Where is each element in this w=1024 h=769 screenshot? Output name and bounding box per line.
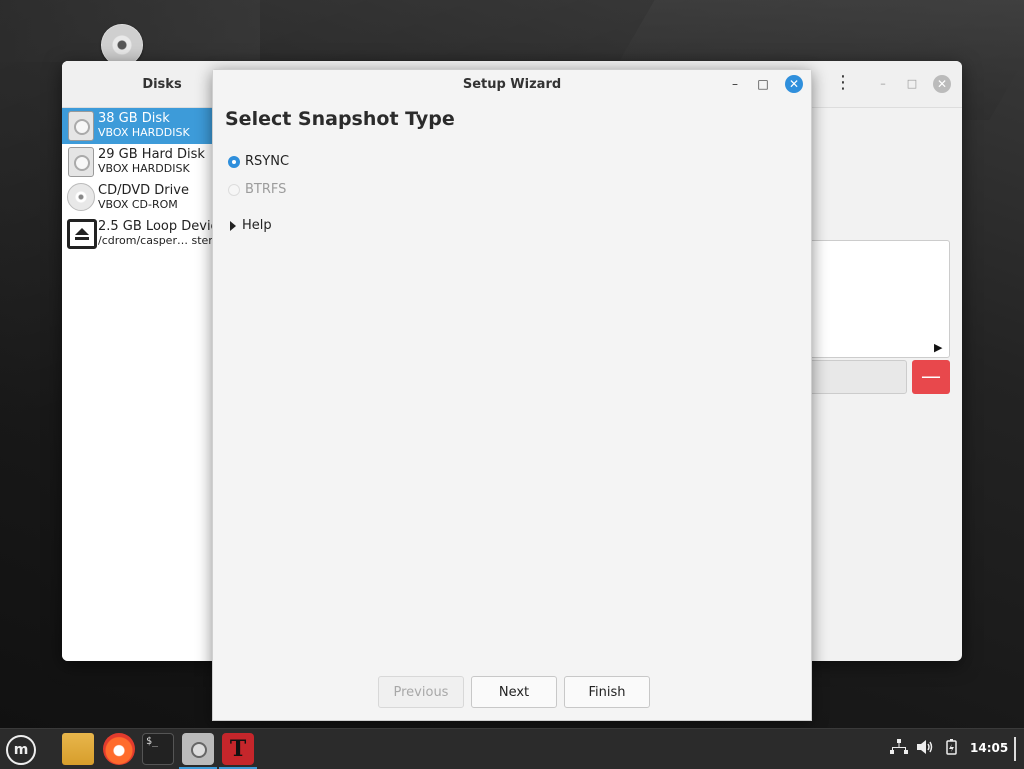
disks-icon[interactable] [182,733,214,765]
disk-title: 2.5 GB Loop Device [98,220,226,234]
disk-subtitle: VBOX CD-ROM [98,198,178,211]
close-icon[interactable]: ✕ [785,75,803,93]
radio-button-icon [228,183,240,196]
disk-subtitle: VBOX HARDDISK [98,126,190,139]
disk-title: CD/DVD Drive [98,184,189,198]
close-icon[interactable]: ✕ [933,75,951,93]
help-label: Help [242,218,272,233]
battery-icon[interactable] [944,739,960,759]
maximize-icon[interactable]: □ [753,74,773,94]
network-icon[interactable] [890,739,908,759]
maximize-icon[interactable]: □ [902,74,922,94]
mint-menu-icon[interactable]: m [6,735,36,765]
menu-icon[interactable]: ⋮ [834,73,852,93]
firefox-icon[interactable] [103,733,135,765]
setup-wizard-dialog: Setup Wizard – □ ✕ Select Snapshot Type … [212,69,812,721]
terminal-icon[interactable]: $_ [142,733,174,765]
radio-rsync[interactable]: RSYNC [228,154,289,169]
page-title: Select Snapshot Type [225,108,455,130]
help-expander[interactable]: Help [230,218,272,233]
radio-label: BTRFS [245,182,287,197]
disk-title: 38 GB Disk [98,112,170,126]
volume-icon[interactable] [917,739,935,759]
desktop-cd-icon[interactable] [101,24,143,66]
wizard-buttons: Previous Next Finish [378,676,650,708]
hdd-icon [66,147,94,177]
remove-partition-button[interactable]: — [912,360,950,394]
play-icon[interactable]: ▶ [934,341,942,354]
minimize-icon[interactable]: – [873,74,893,94]
eject-icon [66,219,97,249]
disk-title: 29 GB Hard Disk [98,148,205,162]
wizard-titlebar: Setup Wizard – □ ✕ [213,70,811,98]
taskbar: m $_ T 14:05 [0,728,1024,769]
disk-subtitle: VBOX HARDDISK [98,162,190,175]
radio-btrfs: BTRFS [228,182,286,197]
disk-subtitle: /cdrom/casper… stem. [98,234,223,247]
previous-button: Previous [378,676,464,708]
hdd-icon [66,111,94,141]
timeshift-icon[interactable]: T [222,733,254,765]
next-button[interactable]: Next [471,676,557,708]
wizard-title: Setup Wizard [462,76,562,92]
cd-icon [66,183,95,213]
files-icon[interactable] [62,733,94,765]
radio-button-icon[interactable] [228,155,240,168]
clock[interactable]: 14:05 [970,741,1008,755]
minimize-icon[interactable]: – [725,74,745,94]
radio-label: RSYNC [245,154,290,169]
expander-arrow-icon [230,220,236,231]
finish-button[interactable]: Finish [564,676,650,708]
show-desktop-handle[interactable] [1014,737,1016,761]
